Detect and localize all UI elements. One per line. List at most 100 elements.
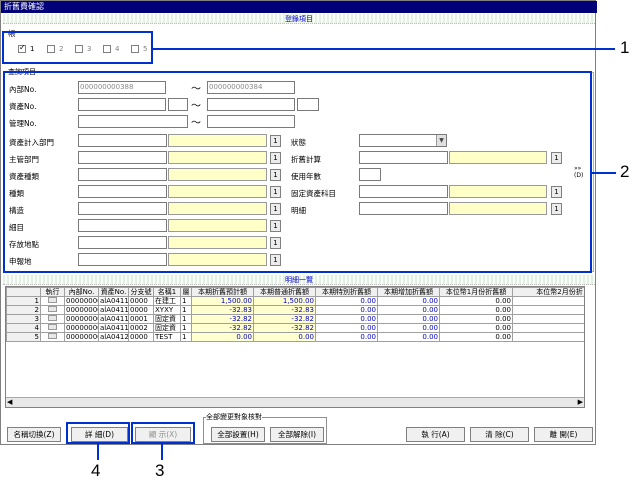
grid-horizontal-scrollbar[interactable]: ◀ ▶ [6,397,584,407]
cell-normal: 1,500.00 [253,296,316,306]
cell-layer: 1 [180,296,192,306]
cell-normal: -32.82 [253,323,316,333]
cell-increase: 0.00 [377,296,440,306]
cell-branch: 0000 [128,332,154,342]
select-all-button[interactable]: 全部設置(H) [211,427,265,442]
col-header-name1[interactable]: 名稱1 [153,287,181,297]
cell-internal-no: 00000000( [64,296,99,306]
scroll-right-icon[interactable]: ▶ [578,398,583,406]
cell-normal: -32.83 [253,305,316,315]
row-execute-button[interactable] [40,314,65,324]
callout-line-2 [592,172,616,174]
detail-grid: 執行 內部No. 資產No. 分支號 名稱1 層 本期折舊預計額 本期普通折舊額… [5,286,585,408]
row-number: 4 [6,323,41,333]
cell-name1: TEST [153,332,181,342]
col-header-internal-no[interactable]: 內部No. [64,287,99,297]
cell-special: 0.00 [315,332,378,342]
cell-month2 [512,314,584,324]
table-row[interactable]: 4 00000000( alA0411C 0002 固定資 1 -32.82 -… [6,323,584,333]
cell-special: 0.00 [315,323,378,333]
cell-internal-no: 00000000( [64,332,99,342]
cell-layer: 1 [180,332,192,342]
cell-layer: 1 [180,314,192,324]
cell-month1: 0.00 [439,296,513,306]
cell-month1: 0.00 [439,323,513,333]
row-number: 5 [6,332,41,342]
cell-branch: 0000 [128,296,154,306]
row-number: 3 [6,314,41,324]
callout-number-3: 3 [155,461,165,480]
callout-box-4 [66,422,130,444]
cell-increase: 0.00 [377,305,440,315]
name-switch-button[interactable]: 名稱切換(Z) [7,427,61,442]
cell-branch: 0002 [128,323,154,333]
cell-name1: 固定資 [153,323,181,333]
col-header-plan[interactable]: 本期折舊預計額 [191,287,254,297]
cell-month2 [512,332,584,342]
cell-special: 0.00 [315,314,378,324]
cell-month2 [512,296,584,306]
col-header-month2[interactable]: 本位幣2月份折 [512,287,584,297]
table-row[interactable]: 3 00000000( alA0411C 0001 固定資 1 -32.82 -… [6,314,584,324]
col-header-increase[interactable]: 本期增加折舊額 [377,287,440,297]
close-button[interactable]: 離 開(E) [534,427,593,442]
table-row[interactable]: 5 00000000( alA0412C 0000 TEST 1 0.00 0.… [6,332,584,342]
cell-special: 0.00 [315,305,378,315]
cell-month1: 0.00 [439,332,513,342]
cell-asset-no: alA0412C [98,332,129,342]
grid-header-row: 執行 內部No. 資產No. 分支號 名稱1 層 本期折舊預計額 本期普通折舊額… [6,287,584,297]
cell-plan: 1,500.00 [191,296,254,306]
cell-asset-no: alA0411C [98,296,129,306]
cell-asset-no: alA0411C [98,323,129,333]
cell-plan: -32.82 [191,323,254,333]
section-detail-list: 明細一覽 [3,275,595,285]
execute-button[interactable]: 執 行(A) [406,427,465,442]
cell-name1: XYXY [153,305,181,315]
cell-month2 [512,305,584,315]
cell-month2 [512,323,584,333]
callout-box-2 [3,71,592,273]
cell-internal-no: 00000000( [64,323,99,333]
cell-layer: 1 [180,305,192,315]
col-header-asset-no[interactable]: 資產No. [98,287,129,297]
cell-normal: -32.82 [253,314,316,324]
cell-plan: -32.82 [191,314,254,324]
cell-internal-no: 00000000( [64,305,99,315]
col-header-month1[interactable]: 本位幣1月份折舊額 [439,287,513,297]
window-title: 折舊費確認 [1,1,597,13]
callout-number-2: 2 [620,162,630,181]
cell-branch: 0000 [128,305,154,315]
col-header-special[interactable]: 本期特別折舊額 [315,287,378,297]
row-execute-button[interactable] [40,305,65,315]
cell-name1: 固定資 [153,314,181,324]
section-display-items: 登錄項目 [3,14,595,24]
cell-internal-no: 00000000( [64,314,99,324]
cell-name1: 在建工 [153,296,181,306]
table-row[interactable]: 1 00000000( alA0411C 0000 在建工 1 1,500.00… [6,296,584,306]
clear-button[interactable]: 清 除(C) [470,427,529,442]
col-header-normal[interactable]: 本期普通折舊額 [253,287,316,297]
table-row[interactable]: 2 00000000( alA0411C 0000 XYXY 1 -32.83 … [6,305,584,315]
col-header-layer[interactable]: 層 [180,287,192,297]
col-header-execute[interactable]: 執行 [40,287,65,297]
cell-special: 0.00 [315,296,378,306]
scroll-left-icon[interactable]: ◀ [7,398,12,406]
callout-number-4: 4 [91,461,101,480]
callout-box-1 [2,31,153,64]
callout-line-3 [161,444,163,460]
row-execute-button[interactable] [40,323,65,333]
row-execute-button[interactable] [40,296,65,306]
callout-number-1: 1 [620,38,630,57]
callout-line-1 [153,48,615,50]
cell-asset-no: alA0411C [98,314,129,324]
cell-plan: -32.83 [191,305,254,315]
cell-increase: 0.00 [377,323,440,333]
cell-layer: 1 [180,323,192,333]
row-execute-button[interactable] [40,332,65,342]
grid-corner-cell [6,287,41,297]
cell-increase: 0.00 [377,314,440,324]
cell-increase: 0.00 [377,332,440,342]
col-header-branch[interactable]: 分支號 [128,287,154,297]
row-number: 2 [6,305,41,315]
clear-all-button[interactable]: 全部解除(I) [270,427,324,442]
